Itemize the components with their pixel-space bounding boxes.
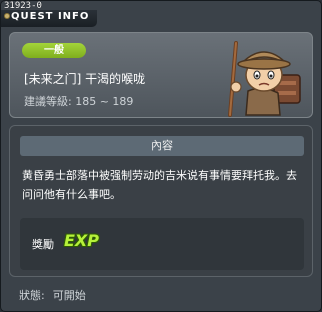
content-section-title: 內容 bbox=[20, 136, 304, 156]
status-label: 狀態: bbox=[19, 289, 45, 302]
exp-icon[interactable]: EXP bbox=[64, 231, 99, 250]
quest-header-panel: 一般 [未来之门] 干渴的喉咙 建議等級: 185 ~ 189 bbox=[9, 32, 313, 118]
quest-status: 狀態: 可開始 bbox=[19, 287, 94, 303]
npc-portrait bbox=[228, 41, 301, 117]
quest-content-panel: 內容 黄昏勇士部落中被强制劳动的吉米说有事情要拜托我。去问问他有什么事吧。 獎勵… bbox=[9, 125, 313, 277]
quest-description: 黄昏勇士部落中被强制劳动的吉米说有事情要拜托我。去问问他有什么事吧。 bbox=[22, 169, 297, 201]
quest-id: 31923-0 bbox=[4, 1, 42, 11]
category-badge: 一般 bbox=[22, 43, 86, 58]
recommended-level: 建議等級: 185 ~ 189 bbox=[24, 95, 134, 108]
reward-row: 獎勵 EXP bbox=[20, 218, 304, 270]
quest-icon bbox=[4, 13, 10, 19]
status-value: 可開始 bbox=[52, 289, 86, 302]
quest-name: [未来之门] 干渴的喉咙 bbox=[24, 72, 146, 86]
quest-info-window: 31923-0 QUEST INFO 一般 [未来之门] 干渴的喉咙 建議等級:… bbox=[0, 0, 322, 312]
reward-label: 獎勵 bbox=[32, 238, 54, 251]
window-title: QUEST INFO bbox=[11, 11, 90, 22]
